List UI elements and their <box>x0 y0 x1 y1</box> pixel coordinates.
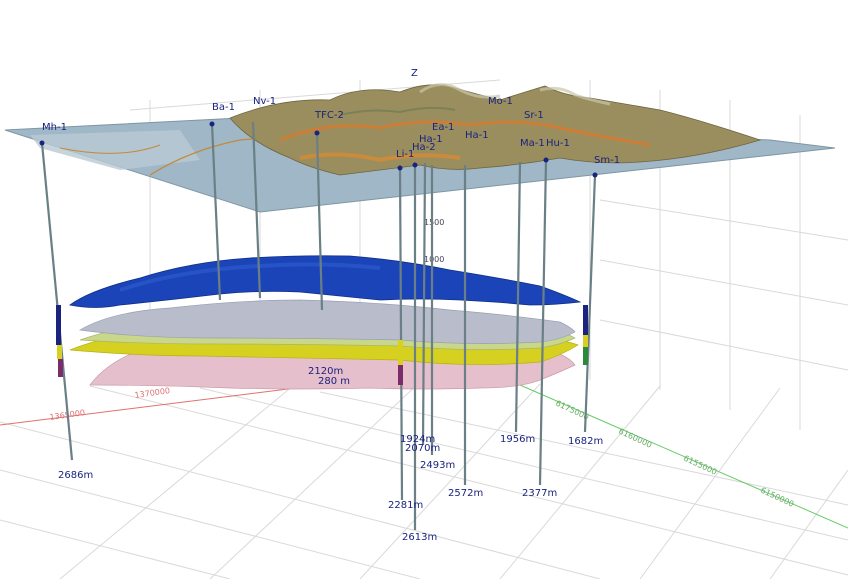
well-label-hu-1: Hu-1 <box>546 138 570 149</box>
depth-label-2120: 2120m <box>308 366 343 377</box>
y-axis: 6175000 6160000 6155000 6150000 <box>519 384 848 529</box>
depth-label-ha-1: 2572m <box>448 488 483 499</box>
well-label-mh-1: Mh-1 <box>42 122 67 133</box>
depth-label-mh-1: 2686m <box>58 470 93 481</box>
well-label-ea-1: Ea-1 <box>432 122 454 133</box>
depth-label-li-2: 2613m <box>402 532 437 543</box>
well-ha-2 <box>421 162 427 446</box>
depth-label-ea-1: 2493m <box>420 460 455 471</box>
depth-label-sm-1: 1682m <box>568 436 603 447</box>
well-label-ma-1: Ma-1 <box>520 138 545 149</box>
geologic-3d-scene[interactable]: 1365000 1370000 1375000 6175000 6160000 … <box>0 0 848 579</box>
map-tick-1: 1500 <box>424 218 444 227</box>
well-label-ba-1: Ba-1 <box>212 102 235 113</box>
depth-label-hu-1: 1956m <box>500 434 535 445</box>
depth-label-ma-1: 2377m <box>522 488 557 499</box>
depth-label-li-1: 2281m <box>388 500 423 511</box>
well-label-li-1: Li-1 <box>396 149 414 160</box>
map-tick-2: 1000 <box>424 255 444 264</box>
well-label-nv-1: Nv-1 <box>253 96 276 107</box>
well-label-sm-1: Sm-1 <box>594 155 620 166</box>
x-tick-2: 1370000 <box>134 386 171 400</box>
well-label-ha-1b: Ha-1 <box>419 134 443 145</box>
3d-viewport[interactable]: 1365000 1370000 1375000 6175000 6160000 … <box>0 0 848 579</box>
well-label-sr-1: Sr-1 <box>524 110 544 121</box>
well-label-tfc-2: TFC-2 <box>314 110 344 121</box>
y-tick-2: 6160000 <box>617 427 653 450</box>
z-axis-label: Z <box>411 68 418 79</box>
depth-label-ha-1b: 1924m <box>400 434 435 445</box>
topographic-map-surface[interactable]: 1500 1000 <box>4 83 836 264</box>
y-tick-4: 6150000 <box>759 486 795 509</box>
well-li-1 <box>398 167 404 501</box>
well-label-mo-1: Mo-1 <box>488 96 513 107</box>
well-label-ha-1: Ha-1 <box>465 130 489 141</box>
depth-label-280: 280 m <box>318 376 350 387</box>
